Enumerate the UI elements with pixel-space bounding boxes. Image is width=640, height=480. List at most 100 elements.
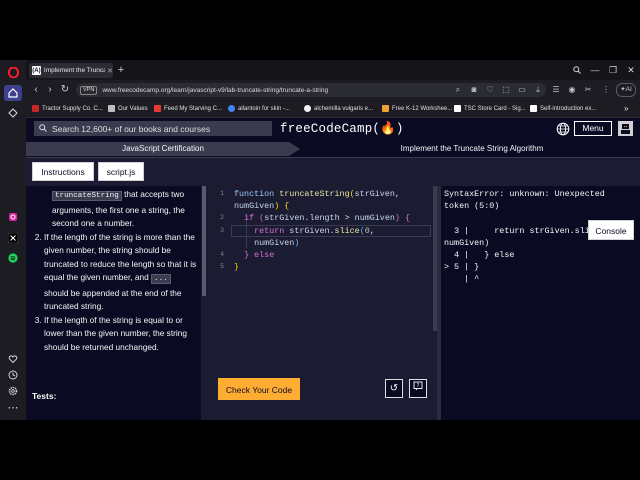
reload-icon[interactable]: ↻ <box>59 83 71 97</box>
minimize-icon[interactable]: — <box>588 62 602 78</box>
code-line[interactable]: 3 return strGiven.slice(0, <box>209 225 431 237</box>
fcc-navbar: freeCodeCamp(🔥) Menu <box>26 118 640 140</box>
code-line[interactable]: 2 if (strGiven.length > numGiven) { <box>209 212 431 224</box>
spotify-icon[interactable] <box>4 250 22 266</box>
code-lines[interactable]: 1 function truncateString(strGiven, numGi… <box>209 188 431 273</box>
window-close-icon[interactable]: ✕ <box>624 62 638 78</box>
forward-icon[interactable]: › <box>44 83 56 97</box>
more-icon[interactable]: ⋯ <box>4 399 22 415</box>
reset-icon[interactable]: ↺ <box>385 379 403 398</box>
browser-sidebar: ⋯ <box>0 60 26 420</box>
tab-instructions[interactable]: Instructions <box>32 162 94 181</box>
breadcrumb-lab[interactable]: Implement the Truncate String Algorithm <box>304 142 640 156</box>
opera-logo-icon[interactable] <box>4 64 22 80</box>
new-tab-icon[interactable]: + <box>115 63 127 77</box>
browser-tab[interactable]: (A) Implement the Truncate S ✕ <box>29 63 113 78</box>
scrollbar-thumb[interactable] <box>202 186 206 296</box>
bookmark-favicon-icon <box>454 105 461 112</box>
restore-icon[interactable]: ❐ <box>606 62 620 78</box>
bookmark-favicon-icon <box>32 105 39 112</box>
code-line[interactable]: 1 function truncateString(strGiven, <box>209 188 431 200</box>
heart-icon[interactable] <box>4 351 22 367</box>
line-number: 5 <box>220 263 224 271</box>
bookmark-item[interactable]: alchemilla vulgaris e... <box>304 102 373 115</box>
breadcrumb-course[interactable]: JavaScript Certification <box>26 142 300 156</box>
lens-search-icon[interactable]: ⌕ <box>452 83 464 97</box>
svg-text:?: ? <box>417 383 420 389</box>
tab-close-icon[interactable]: ✕ <box>107 67 113 75</box>
bookmarks-more-icon[interactable]: » <box>624 102 628 115</box>
back-icon[interactable]: ‹ <box>30 83 42 97</box>
check-your-code-button[interactable]: Check Your Code <box>218 378 300 400</box>
bookmark-favicon-icon <box>304 105 311 112</box>
history-icon[interactable] <box>4 367 22 383</box>
screen: ⋯ (A) Implement the Truncate S ✕ + — ❐ ✕… <box>0 0 640 480</box>
extensions-icon[interactable]: ⬚ <box>500 83 512 97</box>
challenge-description: truncateString that accepts two argument… <box>32 188 197 354</box>
console-button[interactable]: Console <box>588 220 634 240</box>
aria-icon[interactable] <box>4 105 22 121</box>
code-line[interactable]: 4 } else <box>209 249 431 261</box>
bookmark-favicon-icon <box>154 105 161 112</box>
bookmark-favicon-icon <box>382 105 389 112</box>
line-number: 2 <box>220 214 224 222</box>
list-item: If the length of the string is equal to … <box>44 314 197 355</box>
code-line[interactable]: numGiven) <box>209 237 431 249</box>
bookmarks-bar: Tractor Supply Co. C... Our Values Feed … <box>26 100 640 118</box>
download-icon[interactable]: ⤓ <box>532 83 544 97</box>
search-icon <box>39 123 47 134</box>
instructions-panel: truncateString that accepts two argument… <box>26 186 201 420</box>
tests-heading: Tests: <box>32 391 57 401</box>
workspace-tabs: Instructions script.js <box>26 158 640 186</box>
freecodecamp-logo[interactable]: freeCodeCamp(🔥) <box>280 121 404 136</box>
code-editor[interactable]: 1 function truncateString(strGiven, numGi… <box>209 186 437 420</box>
pinboard-icon[interactable]: ▭ <box>516 83 528 97</box>
inline-code: ... <box>151 274 171 284</box>
vpn-badge[interactable]: VPN <box>80 85 98 95</box>
screenshot-icon[interactable]: ✂ <box>582 83 594 97</box>
camera-icon[interactable]: ◙ <box>468 83 480 97</box>
workspace: Instructions script.js truncateString th… <box>26 158 640 420</box>
menu-button[interactable]: Menu <box>574 121 612 136</box>
description-intro: truncateString that accepts two argument… <box>52 189 185 228</box>
bookmark-item[interactable]: Feed My Starving C... <box>154 102 222 115</box>
aria-ai-icon[interactable]: ✦AI <box>616 83 636 97</box>
search-bar <box>34 121 272 136</box>
bookmark-favicon-icon <box>108 105 115 112</box>
instagram-icon[interactable] <box>4 209 22 225</box>
bookmark-item[interactable]: TSC Store Card - Sig... <box>454 102 526 115</box>
bookmark-heart-icon[interactable]: ♡ <box>484 83 496 97</box>
instructions-scrollbar[interactable] <box>202 186 206 420</box>
line-number: 3 <box>220 226 224 234</box>
profile-icon[interactable]: ◉ <box>566 83 578 97</box>
avatar[interactable] <box>618 121 633 136</box>
search-tabs-icon[interactable] <box>570 62 584 78</box>
home-icon[interactable] <box>4 85 22 101</box>
bookmark-item[interactable]: allantoin for skin -... <box>228 102 290 115</box>
tab-title: Implement the Truncate S <box>43 67 106 74</box>
code-line[interactable]: numGiven) { <box>209 200 431 212</box>
search-input[interactable] <box>52 123 267 134</box>
code-line[interactable]: 5} <box>209 261 431 273</box>
bookmark-item[interactable]: Self-introduction ex... <box>530 102 596 115</box>
easy-setup-icon[interactable]: ☰ <box>550 83 562 97</box>
browser-window: ⋯ (A) Implement the Truncate S ✕ + — ❐ ✕… <box>0 60 640 420</box>
settings-gear-icon[interactable] <box>4 383 22 399</box>
tab-strip: (A) Implement the Truncate S ✕ + — ❐ ✕ <box>26 60 640 80</box>
tab-script-js[interactable]: script.js <box>98 162 144 181</box>
bookmark-favicon-icon <box>530 105 537 112</box>
address-bar-row: ‹ › ↻ VPN www.freecodecamp.org/learn/jav… <box>26 80 640 100</box>
bookmark-item[interactable]: Free K-12 Workshee... <box>382 102 452 115</box>
bookmark-item[interactable]: Tractor Supply Co. C... <box>32 102 103 115</box>
bookmark-favicon-icon <box>228 105 235 112</box>
help-icon[interactable]: ? <box>409 379 427 398</box>
language-globe-icon[interactable] <box>556 122 570 136</box>
url-text[interactable]: www.freecodecamp.org/learn/javascript-v9… <box>102 87 328 94</box>
line-number: 4 <box>220 250 224 258</box>
bookmark-item[interactable]: Our Values <box>108 102 148 115</box>
menu-dots-icon[interactable]: ⋮ <box>600 83 612 97</box>
x-twitter-icon[interactable] <box>4 230 22 246</box>
list-item: If the length of the string is more than… <box>44 231 197 314</box>
inline-code: truncateString <box>52 191 122 201</box>
freecodecamp-favicon-icon: (A) <box>32 66 41 75</box>
